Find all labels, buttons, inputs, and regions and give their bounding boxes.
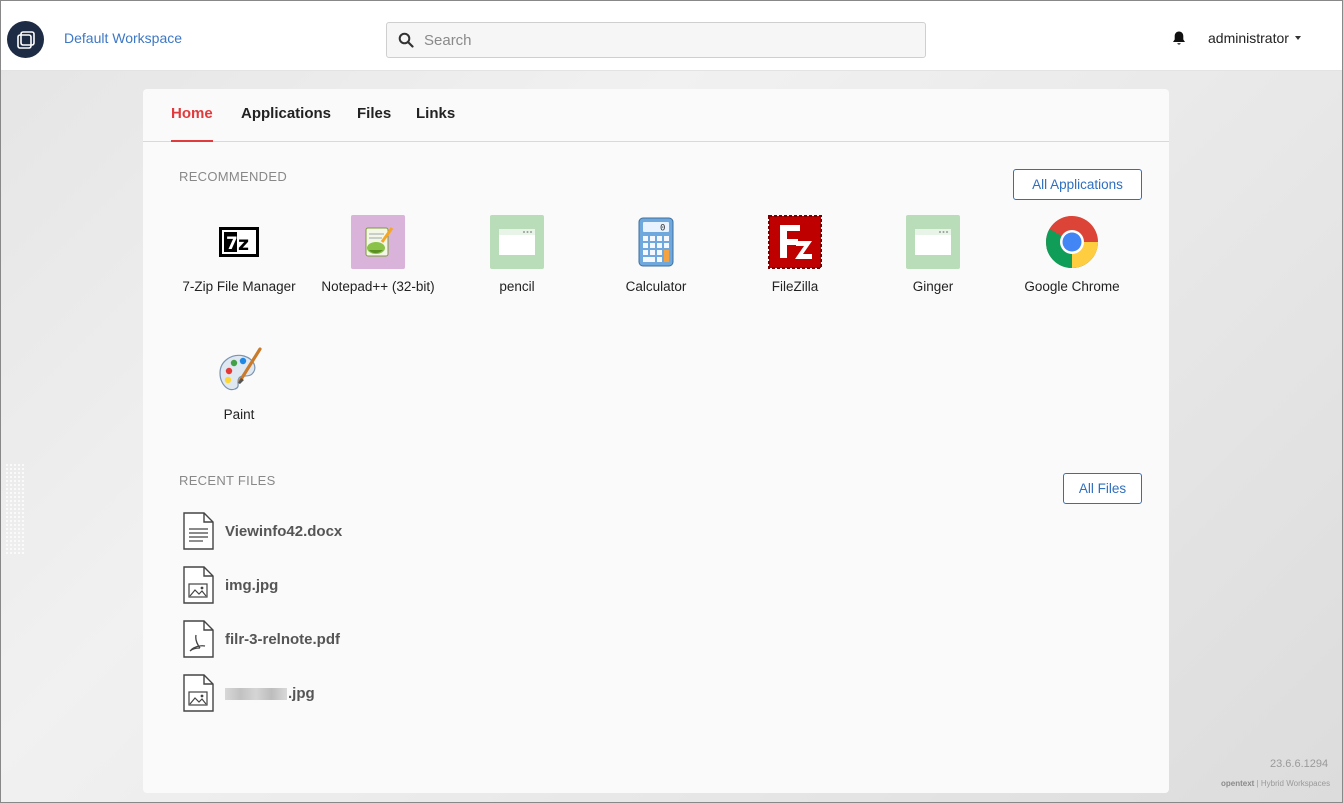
brand-footer: opentext | Hybrid Workspaces xyxy=(1221,779,1331,788)
app-tile-paint[interactable]: Paint xyxy=(174,343,304,424)
tab-links[interactable]: Links xyxy=(416,105,455,142)
background-pattern xyxy=(5,463,25,555)
all-applications-button[interactable]: All Applications xyxy=(1013,169,1142,200)
app-tile-ginger[interactable]: Ginger xyxy=(868,215,998,296)
brand-product: Hybrid Workspaces xyxy=(1260,779,1331,788)
svg-text:7: 7 xyxy=(226,234,238,254)
user-name: administrator xyxy=(1208,30,1289,46)
workspace-name[interactable]: Default Workspace xyxy=(64,30,182,46)
document-icon xyxy=(183,512,214,550)
main-panel: Home Applications Files Links RECOMMENDE… xyxy=(143,89,1169,793)
file-name-suffix: .jpg xyxy=(288,684,315,702)
recent-file-item[interactable]: filr-3-relnote.pdf xyxy=(181,619,340,659)
brand-name: opentext xyxy=(1221,779,1255,788)
user-menu[interactable]: administrator xyxy=(1208,30,1301,46)
svg-text:0: 0 xyxy=(660,224,665,234)
image-file-icon xyxy=(183,674,214,712)
version-label: 23.6.6.1294 xyxy=(1270,758,1329,770)
chrome-icon xyxy=(1045,215,1099,269)
app-window-icon xyxy=(906,215,960,269)
tab-bar: Home Applications Files Links xyxy=(143,89,1169,142)
tab-applications[interactable]: Applications xyxy=(241,105,331,142)
app-window-icon xyxy=(490,215,544,269)
tab-files[interactable]: Files xyxy=(357,105,391,142)
recent-file-item[interactable]: .jpg xyxy=(181,673,315,713)
top-bar: Default Workspace administrator xyxy=(1,1,1342,71)
search-input[interactable] xyxy=(424,31,904,49)
app-label: FileZilla xyxy=(771,279,819,294)
redacted-text xyxy=(225,687,287,700)
7zip-icon: 7 z xyxy=(212,215,266,269)
app-label: Paint xyxy=(223,407,255,422)
search-box[interactable] xyxy=(386,22,926,58)
pdf-file-icon xyxy=(183,620,214,658)
recent-files-heading: RECENT FILES xyxy=(179,473,276,488)
notifications-bell-icon[interactable] xyxy=(1171,30,1187,47)
app-tile-7zip[interactable]: 7 z 7-Zip File Manager xyxy=(174,215,304,296)
notepad-plus-plus-icon xyxy=(351,215,405,269)
recommended-heading: RECOMMENDED xyxy=(179,169,288,184)
search-icon xyxy=(398,32,414,48)
app-label: Calculator xyxy=(625,279,687,294)
image-file-icon xyxy=(183,566,214,604)
calculator-icon: 0 xyxy=(629,215,683,269)
app-tile-filezilla[interactable]: FileZilla xyxy=(730,215,860,296)
app-tile-google-chrome[interactable]: Google Chrome xyxy=(1007,215,1137,296)
recent-file-item[interactable]: img.jpg xyxy=(181,565,278,605)
chevron-down-icon xyxy=(1294,36,1301,40)
recent-file-item[interactable]: Viewinfo42.docx xyxy=(181,511,342,551)
tab-home[interactable]: Home xyxy=(171,105,213,142)
svg-text:z: z xyxy=(238,233,249,255)
app-label: Ginger xyxy=(912,279,954,294)
file-name: filr-3-relnote.pdf xyxy=(225,630,340,648)
app-label: pencil xyxy=(499,279,535,294)
all-files-button[interactable]: All Files xyxy=(1063,473,1142,504)
app-label: 7-Zip File Manager xyxy=(182,279,296,294)
file-name: img.jpg xyxy=(225,576,279,594)
file-name: Viewinfo42.docx xyxy=(225,522,343,540)
filezilla-icon xyxy=(768,215,822,269)
app-label: Notepad++ (32-bit) xyxy=(321,279,435,294)
app-label: Google Chrome xyxy=(1024,279,1120,294)
app-logo[interactable] xyxy=(7,21,44,58)
app-tile-calculator[interactable]: 0 Calculator xyxy=(591,215,721,296)
app-tile-notepad-plus-plus[interactable]: Notepad++ (32-bit) xyxy=(313,215,443,296)
paint-palette-icon xyxy=(212,343,266,397)
file-name-obscured: .jpg xyxy=(225,685,315,702)
app-tile-pencil[interactable]: pencil xyxy=(452,215,582,296)
workspace-logo-icon xyxy=(16,30,35,49)
